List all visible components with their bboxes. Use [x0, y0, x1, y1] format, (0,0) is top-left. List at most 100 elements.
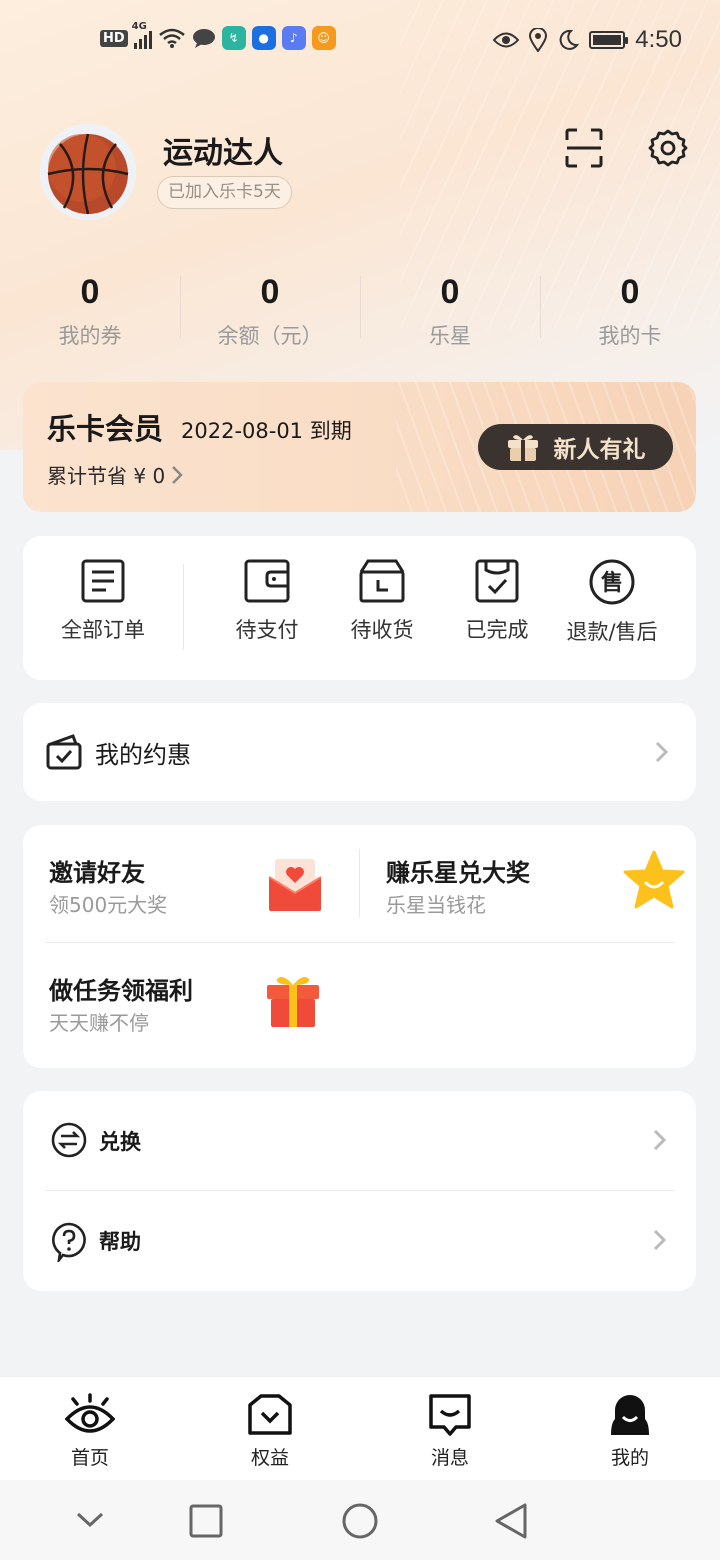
benefits-icon	[248, 1394, 292, 1435]
wallet-icon	[244, 559, 290, 603]
location-icon	[529, 28, 548, 52]
system-navigation-bar	[0, 1480, 720, 1560]
stat-coupons[interactable]: 0 我的券	[0, 272, 180, 352]
signal-icon: 4G	[132, 21, 152, 49]
stat-cards[interactable]: 0 我的卡	[540, 272, 720, 352]
bottom-navigation: 首页 权益 消息 我的	[0, 1376, 720, 1480]
exchange-icon	[51, 1122, 87, 1158]
basketball-icon	[40, 124, 136, 220]
gift-box-icon	[507, 435, 538, 461]
completed-icon	[475, 559, 519, 603]
join-days-badge: 已加入乐卡5天	[157, 176, 292, 209]
stat-stars[interactable]: 0 乐星	[360, 272, 540, 352]
member-savings[interactable]: 累计节省 ¥ 0	[47, 460, 183, 489]
member-expire-date: 2022-08-01 到期	[181, 419, 352, 443]
battery-icon	[589, 31, 629, 49]
chevron-right-icon	[655, 741, 669, 763]
exchange-label: 兑换	[99, 1130, 141, 1154]
orders-panel: 全部订单 待支付 待收货 已完成 售 退款/售后	[23, 536, 696, 680]
network-type: 4G	[131, 21, 147, 32]
order-completed[interactable]: 已完成	[437, 558, 557, 644]
exchange-row[interactable]: 兑换	[23, 1091, 696, 1190]
stat-label: 我的卡	[598, 324, 662, 348]
avatar[interactable]	[40, 124, 136, 220]
scan-icon	[565, 128, 603, 168]
settings-list-panel: 兑换 帮助	[23, 1091, 696, 1291]
nav-label: 消息	[430, 1447, 469, 1469]
moon-icon	[559, 29, 580, 50]
red-envelope-icon	[268, 859, 322, 911]
nav-label: 权益	[250, 1447, 289, 1469]
my-coupons-label: 我的约惠	[95, 741, 191, 769]
recent-apps-icon[interactable]	[189, 1504, 223, 1538]
app-notification-icon: ↯	[221, 26, 246, 50]
promotions-panel: 邀请好友 领500元大奖 赚乐星兑大奖 乐星当钱花 做任务领福利 天天赚不停	[23, 825, 696, 1068]
earn-stars-card[interactable]: 赚乐星兑大奖 乐星当钱花	[360, 825, 696, 943]
back-triangle-icon[interactable]	[494, 1502, 528, 1540]
promo-title: 邀请好友	[49, 859, 145, 887]
gift-icon	[267, 977, 319, 1027]
nav-label: 我的	[610, 1447, 649, 1469]
promo-subtitle: 领500元大奖	[49, 893, 168, 917]
all-orders-icon	[81, 559, 125, 603]
order-after-sale[interactable]: 售 退款/售后	[552, 558, 672, 646]
order-label: 已完成	[465, 618, 529, 642]
promo-subtitle: 乐星当钱花	[386, 893, 486, 917]
member-title: 乐卡会员	[47, 412, 164, 446]
username: 运动达人	[163, 136, 283, 171]
help-icon	[52, 1222, 86, 1262]
new-user-gift-button[interactable]: 新人有礼	[478, 424, 673, 470]
eye-home-icon	[65, 1393, 115, 1433]
nav-home[interactable]: 首页	[0, 1377, 180, 1480]
chevron-down-icon[interactable]	[76, 1510, 104, 1530]
nav-profile[interactable]: 我的	[540, 1377, 720, 1480]
order-label: 全部订单	[61, 618, 145, 642]
settings-button[interactable]	[648, 128, 688, 168]
home-circle-icon[interactable]	[342, 1503, 378, 1539]
star-icon	[623, 850, 685, 909]
chevron-right-icon	[653, 1229, 667, 1251]
my-coupons-row[interactable]: 我的约惠	[23, 703, 696, 801]
order-label: 待收货	[350, 618, 414, 642]
stats-row: 0 我的券 0 余额（元） 0 乐星 0 我的卡	[0, 272, 720, 352]
bulb-app-icon: ●	[251, 26, 276, 50]
ticket-check-icon	[46, 734, 82, 770]
hd-indicator: HD	[100, 29, 128, 47]
chevron-right-icon	[172, 465, 183, 484]
svg-text:售: 售	[601, 570, 623, 596]
message-icon	[429, 1394, 471, 1436]
nav-benefits[interactable]: 权益	[180, 1377, 360, 1480]
status-bar: HD 4G ↯ ● ♪ ☺ 4:50	[0, 21, 720, 62]
promo-subtitle: 天天赚不停	[49, 1011, 149, 1035]
scan-button[interactable]	[565, 128, 603, 168]
order-pending-receipt[interactable]: 待收货	[322, 558, 442, 644]
tasks-card[interactable]: 做任务领福利 天天赚不停	[23, 943, 359, 1068]
nav-label: 首页	[70, 1447, 109, 1469]
clock: 4:50	[635, 26, 682, 53]
music-app-icon: ♪	[281, 26, 306, 50]
stat-label: 乐星	[429, 324, 471, 348]
help-label: 帮助	[99, 1230, 141, 1254]
stat-label: 我的券	[58, 324, 122, 348]
gear-icon	[648, 129, 688, 167]
order-all[interactable]: 全部订单	[43, 558, 163, 644]
gift-button-label: 新人有礼	[553, 437, 646, 463]
savings-label: 累计节省 ¥ 0	[47, 464, 166, 488]
eye-comfort-icon	[493, 32, 520, 48]
order-label: 待支付	[235, 618, 299, 642]
stat-value: 0	[440, 273, 460, 311]
delivery-box-icon	[359, 559, 405, 603]
nav-messages[interactable]: 消息	[360, 1377, 540, 1480]
divider	[183, 564, 184, 650]
order-label: 退款/售后	[566, 620, 658, 644]
wifi-icon	[158, 28, 185, 48]
order-pending-payment[interactable]: 待支付	[207, 558, 327, 644]
chat-bubble-icon	[192, 29, 215, 48]
invite-friends-card[interactable]: 邀请好友 领500元大奖	[23, 825, 359, 943]
profile-icon	[611, 1395, 649, 1435]
member-card[interactable]: 乐卡会员 2022-08-01 到期 累计节省 ¥ 0 新人有礼	[23, 382, 696, 512]
stat-balance[interactable]: 0 余额（元）	[180, 272, 360, 352]
help-row[interactable]: 帮助	[23, 1191, 696, 1291]
after-sale-icon: 售	[589, 559, 635, 605]
stat-value: 0	[620, 273, 640, 311]
